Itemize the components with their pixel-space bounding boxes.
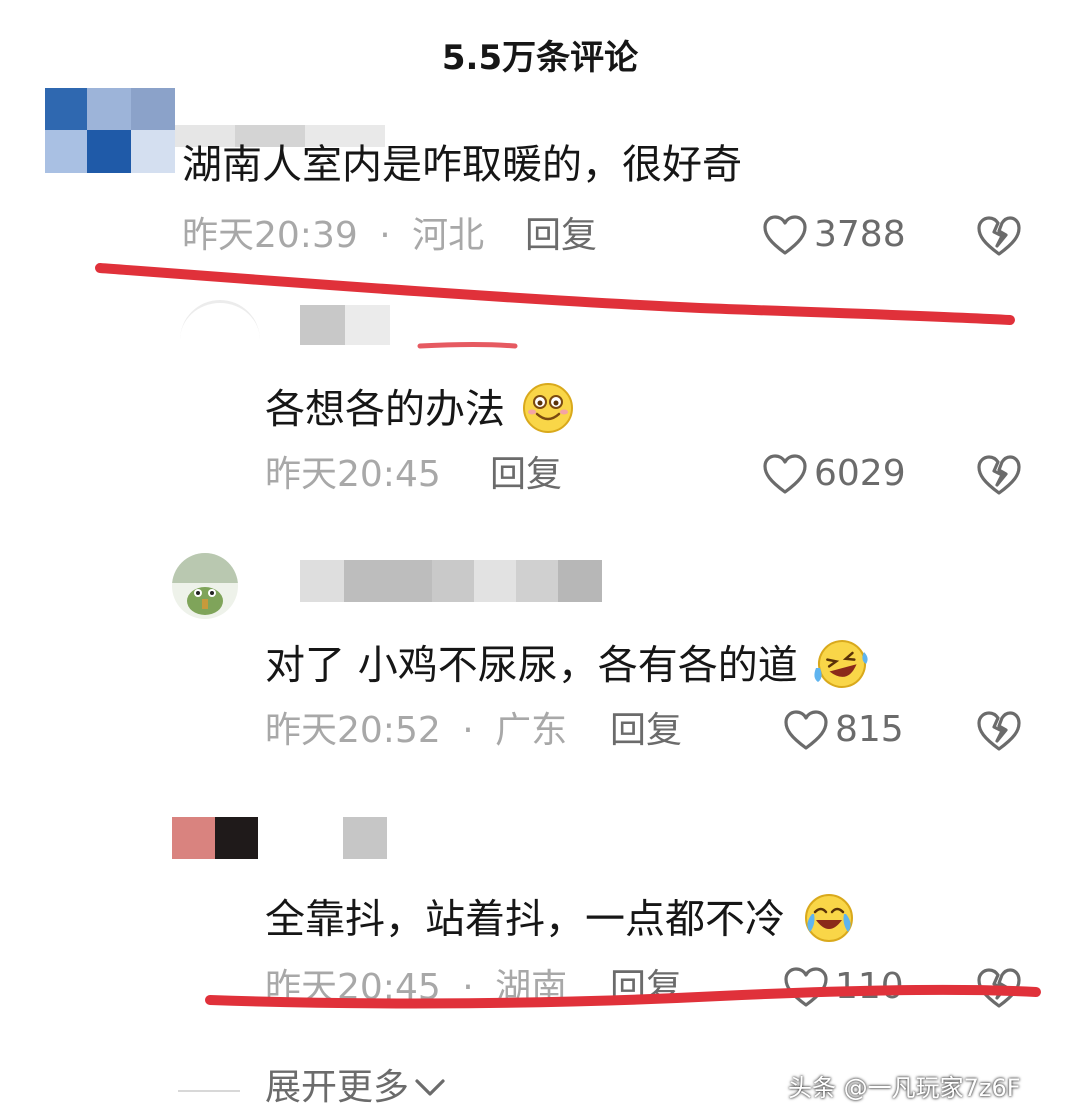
reply-button[interactable]: 回复 <box>610 713 682 749</box>
like-button[interactable]: 3788 <box>762 214 906 256</box>
comment-text-body: 全靠抖，站着抖，一点都不冷 <box>265 896 785 943</box>
heart-outline-icon <box>762 453 808 495</box>
comment-meta: 昨天20:45 · 湖南 <box>265 970 567 1006</box>
meta-separator: · <box>379 215 391 256</box>
heart-outline-icon <box>762 214 808 256</box>
comment-location: 河北 <box>412 215 485 256</box>
laughing-tears-emoji <box>812 638 872 697</box>
username-blurred[interactable] <box>300 560 602 602</box>
like-count: 815 <box>835 709 904 750</box>
comment-text-body: 对了 小鸡不尿尿，各有各的道 <box>265 642 798 689</box>
expand-more-button[interactable]: 展开更多 <box>265 1070 447 1106</box>
meta-separator: · <box>462 710 474 751</box>
comment-meta: 昨天20:39 · 河北 <box>182 218 484 254</box>
comment-location: 广东 <box>495 710 568 751</box>
watermark: 头条 @一凡玩家7z6F <box>788 1074 1021 1102</box>
comment-text: 全靠抖，站着抖，一点都不冷 <box>265 892 858 951</box>
like-count: 110 <box>835 966 904 1007</box>
like-button[interactable]: 110 <box>783 966 904 1008</box>
dislike-button[interactable] <box>975 453 1023 497</box>
comment-time: 昨天20:45 <box>265 454 441 495</box>
comment-meta: 昨天20:52 · 广东 <box>265 713 567 749</box>
reply-button[interactable]: 回复 <box>490 457 562 493</box>
reply-button[interactable]: 回复 <box>610 970 682 1006</box>
broken-heart-icon <box>975 214 1023 258</box>
avatar[interactable] <box>180 300 260 343</box>
heart-outline-icon <box>783 966 829 1008</box>
red-underline-1-tail <box>417 342 518 349</box>
like-count: 6029 <box>814 453 906 494</box>
reply-button[interactable]: 回复 <box>525 218 597 254</box>
smile-emoji <box>520 382 576 441</box>
comment-time: 昨天20:39 <box>182 215 358 256</box>
dislike-button[interactable] <box>975 214 1023 258</box>
comment-time: 昨天20:45 <box>265 967 441 1008</box>
like-button[interactable]: 815 <box>783 709 904 751</box>
avatar[interactable] <box>172 817 258 859</box>
expand-more-label: 展开更多 <box>265 1067 410 1108</box>
broken-heart-icon <box>975 966 1023 1010</box>
like-count: 3788 <box>814 214 906 255</box>
expand-divider <box>178 1090 240 1092</box>
comment-text: 各想各的办法 <box>265 382 576 441</box>
dislike-button[interactable] <box>975 966 1023 1010</box>
avatar[interactable] <box>172 553 238 619</box>
dislike-button[interactable] <box>975 709 1023 753</box>
crying-laughing-emoji <box>800 892 858 951</box>
heart-outline-icon <box>783 709 829 751</box>
broken-heart-icon <box>975 453 1023 497</box>
broken-heart-icon <box>975 709 1023 753</box>
chevron-down-icon <box>413 1070 447 1106</box>
comment-location: 湖南 <box>495 967 568 1008</box>
comment-count-title: 5.5万条评论 <box>441 38 639 78</box>
comment-text-body: 各想各的办法 <box>265 386 505 433</box>
username-blurred[interactable] <box>343 817 387 859</box>
comment-time: 昨天20:52 <box>265 710 441 751</box>
avatar[interactable] <box>45 88 175 173</box>
meta-separator: · <box>462 967 474 1008</box>
frog-avatar-icon <box>172 553 238 615</box>
comment-text: 对了 小鸡不尿尿，各有各的道 <box>265 638 872 697</box>
like-button[interactable]: 6029 <box>762 453 906 495</box>
comment-text: 湖南人室内是咋取暖的，很好奇 <box>182 142 742 188</box>
username-blurred[interactable] <box>300 305 390 345</box>
